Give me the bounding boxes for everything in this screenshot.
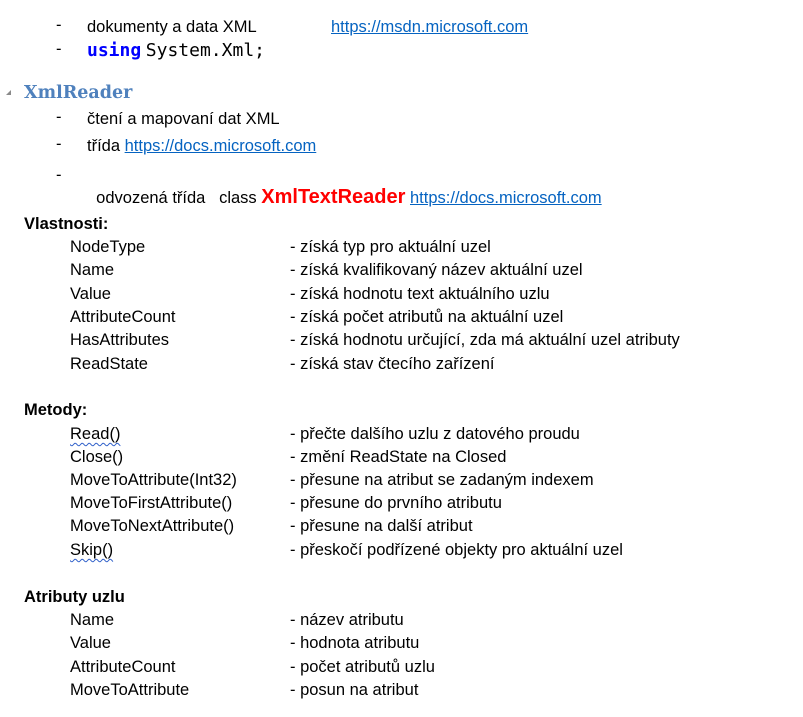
bullet-text: čtení a mapovaní dat XML bbox=[87, 110, 280, 128]
bullet-text: odvozená třída class bbox=[96, 189, 262, 207]
attribute-desc: - hodnota atributu bbox=[290, 634, 420, 652]
section-title-node-attributes: Atributy uzlu bbox=[24, 588, 125, 606]
code-namespace: System.Xml; bbox=[145, 40, 265, 61]
property-name: Value bbox=[70, 285, 111, 303]
bullet-dash: - bbox=[56, 135, 62, 153]
property-name: Name bbox=[70, 261, 115, 279]
method-desc: - přesune na atribut se zadaným indexem bbox=[290, 471, 594, 489]
method-desc: - přesune do prvního atributu bbox=[290, 494, 502, 512]
collapse-triangle-icon[interactable] bbox=[6, 90, 11, 95]
property-desc: - získá typ pro aktuální uzel bbox=[290, 238, 491, 256]
attribute-name: Value bbox=[70, 634, 111, 652]
docs-link[interactable]: https://docs.microsoft.com bbox=[410, 189, 602, 207]
property-desc: - získá hodnotu text aktuálního uzlu bbox=[290, 285, 550, 303]
property-name: HasAttributes bbox=[70, 331, 170, 349]
method-name: Read() bbox=[70, 423, 120, 445]
method-desc: - přesune na další atribut bbox=[290, 517, 473, 535]
method-name: MoveToAttribute(Int32) bbox=[70, 471, 237, 489]
bullet-text: dokumenty a data XML bbox=[87, 18, 257, 36]
bullet-line: třída https://docs.microsoft.com bbox=[87, 135, 316, 157]
attribute-desc: - posun na atribut bbox=[290, 681, 419, 699]
method-name: Close() bbox=[70, 448, 124, 466]
property-name: NodeType bbox=[70, 238, 146, 256]
msdn-link[interactable]: https://msdn.microsoft.com bbox=[331, 18, 528, 36]
method-desc: - přeskočí podřízené objekty pro aktuáln… bbox=[290, 541, 623, 559]
attribute-name: AttributeCount bbox=[70, 658, 176, 676]
property-name: ReadState bbox=[70, 355, 148, 373]
attribute-name: Name bbox=[70, 611, 115, 629]
bullet-dash: - bbox=[56, 108, 62, 126]
section-heading-xmlreader: XmlReader bbox=[24, 83, 133, 103]
bullet-line: odvozená třída class XmlTextReader https… bbox=[87, 164, 602, 209]
method-desc: - změní ReadState na Closed bbox=[290, 448, 507, 466]
attribute-name: MoveToAttribute bbox=[70, 681, 190, 699]
method-name: Skip() bbox=[70, 539, 113, 561]
code-line: using System.Xml; bbox=[87, 40, 265, 62]
method-name-text: Read() bbox=[70, 425, 121, 443]
attribute-desc: - název atributu bbox=[290, 611, 404, 629]
bullet-text: třída bbox=[87, 137, 125, 155]
method-name-text: Skip() bbox=[70, 541, 114, 559]
section-title-properties: Vlastnosti: bbox=[24, 215, 109, 233]
section-title-methods: Metody: bbox=[24, 401, 88, 419]
method-name: MoveToFirstAttribute() bbox=[70, 494, 233, 512]
docs-link[interactable]: https://docs.microsoft.com bbox=[125, 137, 317, 155]
bullet-dash: - bbox=[56, 40, 62, 58]
bullet-dash: - bbox=[56, 16, 62, 34]
method-name: MoveToNextAttribute() bbox=[70, 517, 235, 535]
property-desc: - získá počet atributů na aktuální uzel bbox=[290, 308, 564, 326]
property-desc: - získá stav čtecího zařízení bbox=[290, 355, 495, 373]
property-desc: - získá kvalifikovaný název aktuální uze… bbox=[290, 261, 583, 279]
attribute-desc: - počet atributů uzlu bbox=[290, 658, 435, 676]
property-name: AttributeCount bbox=[70, 308, 176, 326]
property-desc: - získá hodnotu určující, zda má aktuáln… bbox=[290, 331, 680, 349]
class-name-highlight: XmlTextReader bbox=[261, 186, 406, 208]
bullet-dash: - bbox=[56, 166, 62, 184]
code-keyword: using bbox=[87, 40, 142, 61]
method-desc: - přečte dalšího uzlu z datového proudu bbox=[290, 425, 580, 443]
